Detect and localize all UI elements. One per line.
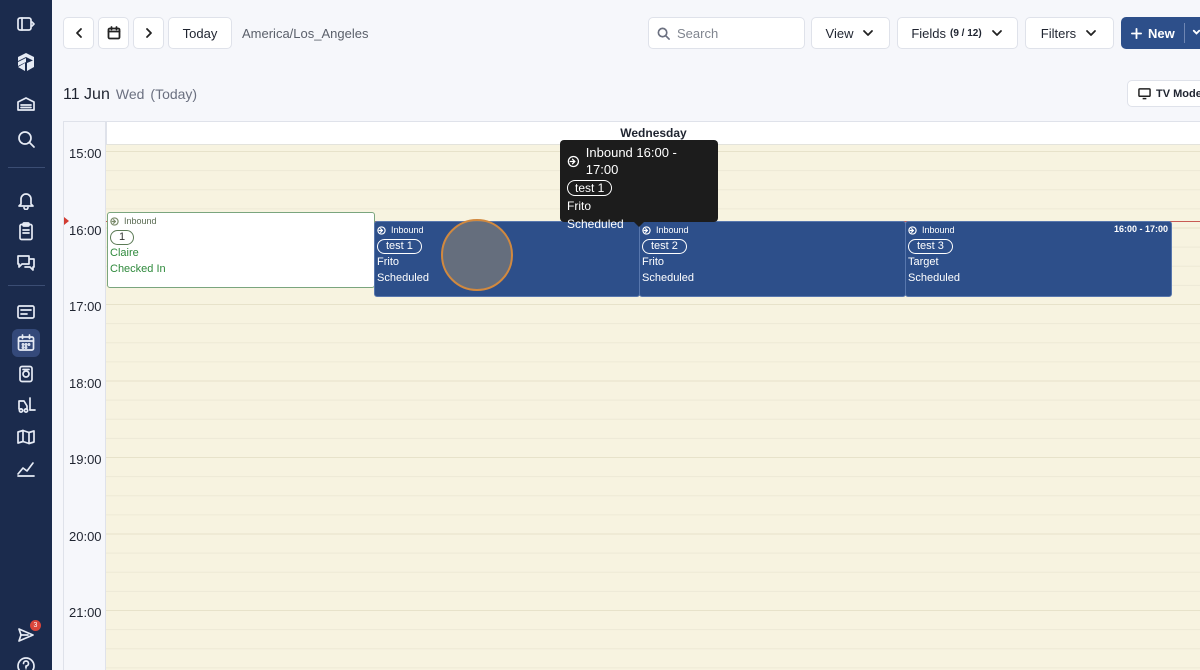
new-label: New (1148, 25, 1175, 41)
today-tag: (Today) (150, 86, 198, 102)
inbound-arrow-icon (567, 155, 580, 167)
tooltip-status: Scheduled (567, 217, 624, 231)
bell-icon[interactable] (12, 186, 40, 214)
filters-dropdown[interactable]: Filters (1025, 17, 1114, 49)
fields-label: Fields (911, 25, 946, 41)
inbound-arrow-icon (908, 225, 917, 235)
tv-mode-label: TV Mode (1156, 87, 1200, 100)
view-dropdown[interactable]: View (811, 17, 890, 49)
event-type-label: Inbound (124, 216, 157, 226)
panel-toggle-icon[interactable] (12, 10, 40, 38)
appointment-card[interactable]: Inbound 1 Claire Checked In (107, 212, 375, 288)
search-box[interactable] (648, 17, 805, 49)
cursor-highlight (441, 219, 513, 291)
time-column: 15:00 16:00 17:00 18:00 19:00 20:00 21:0… (64, 122, 106, 670)
calendar-small-icon (107, 26, 120, 40)
hour-label: 19:00 (69, 452, 102, 467)
event-ref-pill: test 3 (908, 239, 953, 254)
tooltip-title-text: Inbound 16:00 - 17:00 (585, 145, 677, 177)
current-weekday: Wed (115, 86, 145, 102)
event-time-range: 16:00 - 17:00 (1113, 224, 1168, 234)
chart-icon[interactable] (12, 454, 40, 482)
date-picker-button[interactable] (98, 17, 129, 49)
inventory-icon[interactable] (12, 360, 40, 388)
timezone-label: America/Los_Angeles (242, 26, 369, 41)
fields-count: (9 / 12) (950, 27, 982, 39)
plus-icon (1131, 27, 1142, 39)
chevron-right-icon (145, 28, 152, 38)
event-ref-pill: test 2 (642, 239, 687, 254)
event-type: Inbound (110, 216, 372, 226)
event-type-label: Inbound (391, 225, 424, 235)
inbound-arrow-icon (110, 216, 119, 226)
prev-day-button[interactable] (63, 17, 94, 49)
sidebar-divider (8, 167, 45, 168)
hour-label: 16:00 (69, 223, 102, 238)
logo-cube-icon[interactable] (12, 48, 40, 76)
hour-label: 17:00 (69, 299, 102, 314)
event-carrier: Target (908, 256, 939, 268)
chevron-down-icon (1086, 30, 1097, 36)
chat-icon[interactable] (12, 248, 40, 276)
tooltip-ref-pill: test 1 (567, 180, 613, 196)
event-carrier: Claire (110, 247, 139, 259)
event-status: Scheduled (908, 272, 960, 284)
today-button[interactable]: Today (168, 17, 232, 49)
search-icon (657, 27, 670, 40)
monitor-icon (1138, 88, 1151, 100)
chevron-left-icon (75, 28, 82, 38)
sidebar: 3 (0, 0, 52, 670)
event-status: Checked In (110, 263, 166, 275)
calendar-icon[interactable] (12, 329, 40, 357)
current-time-marker (64, 217, 69, 225)
fields-dropdown[interactable]: Fields (9 / 12) (897, 17, 1018, 49)
split-divider (1184, 23, 1185, 43)
filters-label: Filters (1040, 25, 1077, 41)
tooltip-title: Inbound 16:00 - 17:00 (567, 144, 711, 178)
chevron-down-icon (991, 30, 1002, 36)
new-button[interactable]: New (1121, 17, 1200, 49)
sidebar-divider (8, 285, 45, 286)
clipboard-icon[interactable] (12, 217, 40, 245)
search-input[interactable] (677, 25, 797, 41)
hour-label: 21:00 (69, 605, 102, 620)
date-header: 11 Jun Wed (Today) (63, 86, 197, 104)
notification-badge: 3 (30, 620, 41, 631)
hour-label: 20:00 (69, 529, 102, 544)
help-icon[interactable] (12, 652, 40, 670)
event-status: Scheduled (642, 272, 694, 284)
appointment-card[interactable]: Inbound 16:00 - 17:00 test 3 Target Sche… (905, 221, 1172, 297)
next-day-button[interactable] (133, 17, 164, 49)
inbound-arrow-icon (377, 225, 386, 235)
chevron-down-icon (863, 30, 874, 36)
event-type-label: Inbound (922, 225, 955, 235)
current-date: 11 Jun (63, 86, 110, 103)
event-tooltip: Inbound 16:00 - 17:00 test 1 Frito Sched… (560, 140, 718, 231)
warehouse-icon[interactable] (12, 90, 40, 118)
view-label: View (825, 25, 854, 41)
tv-mode-button[interactable]: TV Mode (1127, 80, 1200, 107)
search-icon[interactable] (12, 125, 40, 153)
tooltip-carrier: Frito (567, 199, 591, 213)
hour-label: 15:00 (69, 146, 102, 161)
inbox-list-icon[interactable] (12, 298, 40, 326)
map-icon[interactable] (12, 423, 40, 451)
event-carrier: Frito (642, 256, 664, 268)
hour-label: 18:00 (69, 376, 102, 391)
event-ref-pill: test 1 (377, 239, 422, 254)
chevron-down-icon[interactable] (1191, 27, 1200, 38)
event-ref-pill: 1 (110, 230, 135, 245)
forklift-icon[interactable] (12, 391, 40, 419)
